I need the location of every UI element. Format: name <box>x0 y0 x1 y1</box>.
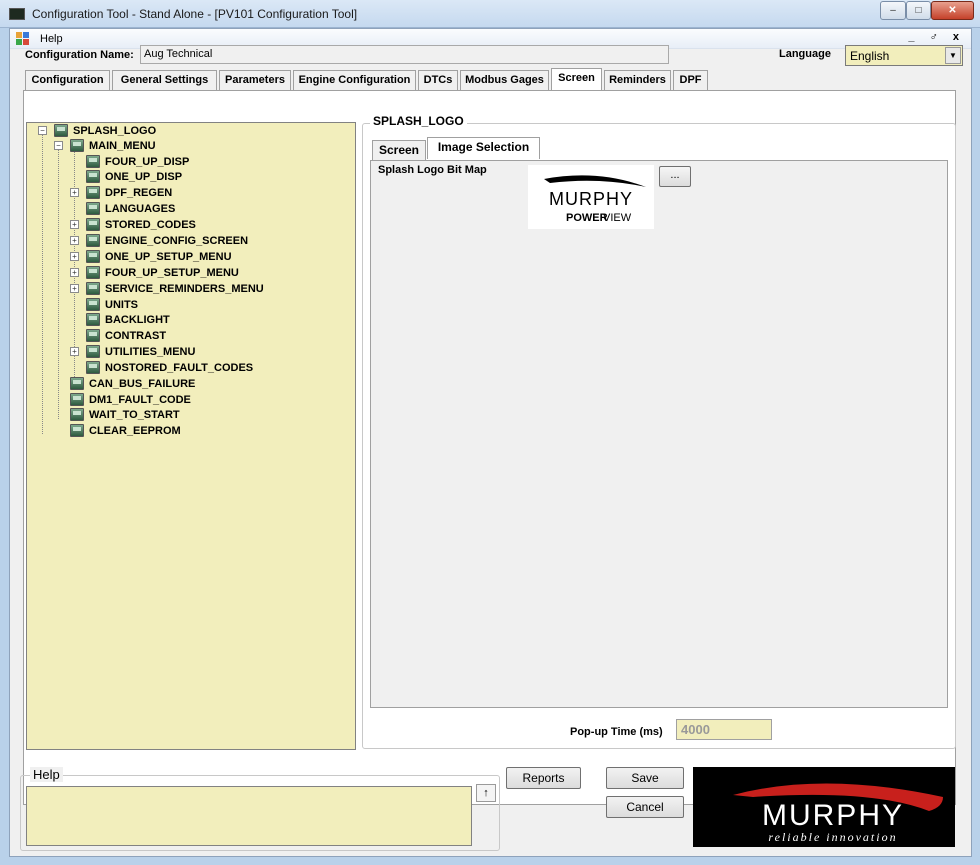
title-bar[interactable]: Configuration Tool - Stand Alone - [PV10… <box>0 0 980 28</box>
application-window: Configuration Tool - Stand Alone - [PV10… <box>0 0 980 865</box>
mdi-window-controls[interactable]: _ ♂ x <box>908 31 965 43</box>
screen-icon <box>86 155 100 168</box>
expand-icon[interactable]: + <box>70 236 79 245</box>
configuration-name-label: Configuration Name: <box>25 49 134 61</box>
svg-text:MURPHY: MURPHY <box>549 189 633 209</box>
screen-icon <box>86 186 100 199</box>
screen-icon <box>86 266 100 279</box>
screen-icon <box>70 424 84 437</box>
tree-connector <box>42 134 43 434</box>
splash-logo-bitmap-label: Splash Logo Bit Map <box>378 164 487 176</box>
screen-icon <box>86 202 100 215</box>
popup-time-label: Pop-up Time (ms) <box>570 726 663 738</box>
menu-help[interactable]: Help <box>40 33 63 45</box>
tab-dtcs[interactable]: DTCs <box>418 70 458 90</box>
screen-icon <box>54 124 68 137</box>
screen-icon <box>86 218 100 231</box>
browse-button[interactable]: ... <box>659 166 691 187</box>
help-text-box[interactable] <box>26 786 472 846</box>
subtab-screen[interactable]: Screen <box>372 140 426 160</box>
reports-button[interactable]: Reports <box>506 767 581 789</box>
collapse-icon[interactable]: − <box>38 126 47 135</box>
expand-icon[interactable]: + <box>70 220 79 229</box>
tab-modbus-gages[interactable]: Modbus Gages <box>460 70 549 90</box>
maximize-button[interactable]: □ <box>906 1 931 20</box>
language-label: Language <box>779 48 831 60</box>
tree-connector <box>58 149 59 419</box>
screen-icon <box>70 377 84 390</box>
expand-icon[interactable]: + <box>70 284 79 293</box>
group-title: SPLASH_LOGO <box>370 114 467 128</box>
tab-engine-configuration[interactable]: Engine Configuration <box>293 70 416 90</box>
screen-icon <box>86 282 100 295</box>
tab-general-settings[interactable]: General Settings <box>112 70 217 90</box>
tab-parameters[interactable]: Parameters <box>219 70 291 90</box>
murphy-powerview-logo: MURPHY POWER VIEW <box>544 175 646 224</box>
close-button[interactable]: ✕ <box>931 1 974 20</box>
tab-configuration[interactable]: Configuration <box>25 70 110 90</box>
configuration-name-field[interactable]: Aug Technical <box>140 45 669 64</box>
svg-text:VIEW: VIEW <box>603 212 632 224</box>
screen-tree-view[interactable]: − SPLASH_LOGO − MAIN_MENU FOUR_UP_DISP O… <box>26 122 356 750</box>
popup-time-field[interactable]: 4000 <box>676 719 772 740</box>
murphy-brand-logo: MURPHY reliable innovation <box>693 767 955 847</box>
app-icon <box>9 8 25 20</box>
expand-icon[interactable]: + <box>70 268 79 277</box>
expand-icon[interactable]: + <box>70 347 79 356</box>
screen-icon <box>70 408 84 421</box>
image-selection-panel <box>370 160 948 708</box>
screen-icon <box>70 393 84 406</box>
splash-logo-preview: MURPHY POWER VIEW <box>528 165 654 229</box>
svg-text:MURPHY: MURPHY <box>762 799 904 832</box>
screen-icon <box>70 139 84 152</box>
expand-icon[interactable]: + <box>70 252 79 261</box>
svg-text:reliable innovation: reliable innovation <box>768 830 897 844</box>
subtab-image-selection[interactable]: Image Selection <box>427 137 540 159</box>
tab-screen[interactable]: Screen <box>551 68 602 90</box>
mdi-child-icon[interactable] <box>16 32 30 45</box>
screen-icon <box>86 313 100 326</box>
language-value: English <box>850 49 890 63</box>
collapse-icon[interactable]: − <box>54 141 63 150</box>
save-button[interactable]: Save <box>606 767 684 789</box>
screen-icon <box>86 361 100 374</box>
language-select[interactable]: English ▼ <box>845 45 963 66</box>
help-title: Help <box>30 767 63 782</box>
chevron-down-icon[interactable]: ▼ <box>945 47 961 64</box>
tab-reminders[interactable]: Reminders <box>604 70 671 90</box>
screen-icon <box>86 298 100 311</box>
murphy-swoosh-logo: MURPHY reliable innovation <box>733 783 943 844</box>
screen-icon <box>86 345 100 358</box>
window-title: Configuration Tool - Stand Alone - [PV10… <box>32 7 358 21</box>
svg-text:POWER: POWER <box>566 212 608 224</box>
arrow-up-icon[interactable]: ↑ <box>476 784 496 802</box>
screen-icon <box>86 250 100 263</box>
minimize-button[interactable]: – <box>880 1 906 20</box>
tab-dpf[interactable]: DPF <box>673 70 708 90</box>
screen-icon <box>86 170 100 183</box>
expand-icon[interactable]: + <box>70 188 79 197</box>
screen-icon <box>86 329 100 342</box>
screen-icon <box>86 234 100 247</box>
cancel-button[interactable]: Cancel <box>606 796 684 818</box>
